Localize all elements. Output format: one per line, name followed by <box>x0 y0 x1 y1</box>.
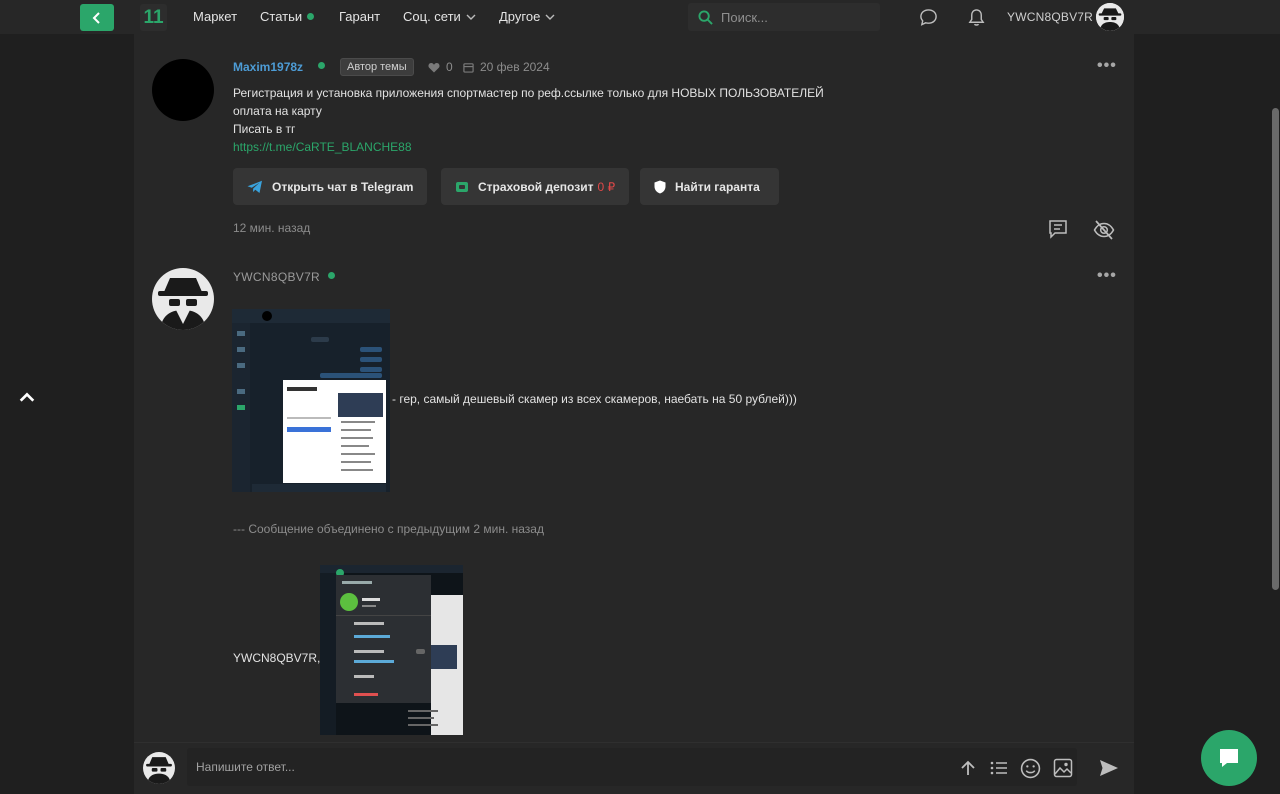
insurance-deposit-label: Страховой депозит <box>478 179 594 194</box>
post-author-avatar[interactable] <box>152 268 214 330</box>
chat-bubble-icon <box>1220 749 1238 767</box>
search-input[interactable] <box>721 9 871 25</box>
find-guarantor-button[interactable]: Найти гаранта <box>640 168 779 205</box>
post-line: Регистрация и установка приложения спорт… <box>233 86 824 100</box>
nav-articles[interactable]: Статьи <box>260 9 315 24</box>
hide-post-icon[interactable] <box>1093 219 1115 241</box>
nav-market-label: Маркет <box>193 9 238 24</box>
spy-avatar-icon <box>143 752 175 784</box>
nav-other[interactable]: Другое <box>499 9 555 24</box>
nav-market[interactable]: Маркет <box>193 9 237 24</box>
reply-avatar <box>143 752 175 784</box>
user-mention[interactable]: YWCN8QBV7R, <box>233 651 320 665</box>
post-time: 12 мин. назад <box>233 221 311 235</box>
chat-icon[interactable] <box>918 7 938 27</box>
chevron-down-icon <box>545 14 555 20</box>
reply-input-box[interactable] <box>187 748 1077 786</box>
insurance-deposit-button[interactable]: Страховой депозит 0 ₽ <box>441 168 630 205</box>
online-indicator <box>328 272 335 279</box>
nav-other-label: Другое <box>499 9 541 24</box>
spy-avatar-icon <box>152 268 214 330</box>
calendar-icon <box>463 62 474 73</box>
deposit-icon <box>456 181 468 192</box>
post-line: Писать в тг <box>233 122 296 136</box>
user-avatar[interactable] <box>1096 3 1124 31</box>
post-text: - гер, самый дешевый скамер из всех скам… <box>392 392 797 406</box>
new-indicator-dot <box>307 13 315 20</box>
upload-icon[interactable] <box>958 758 978 778</box>
heart-icon <box>428 62 440 72</box>
post-author-name[interactable]: Maxim1978z <box>233 60 303 74</box>
screenshot-image <box>232 309 390 492</box>
telegram-link[interactable]: https://t.me/CaRTE_BLANCHE88 <box>233 140 412 154</box>
open-telegram-chat-button[interactable]: Открыть чат в Telegram <box>233 168 428 205</box>
attached-image-thumbnail[interactable] <box>232 309 390 492</box>
topic-author-badge: Автор темы <box>340 58 414 76</box>
nav-guarantor[interactable]: Гарант <box>339 9 380 24</box>
top-navbar: 11 Маркет Статьи Гарант Соц. сети Другое… <box>0 0 1280 34</box>
list-format-icon[interactable] <box>989 758 1009 778</box>
chevron-left-icon <box>92 11 100 24</box>
current-username[interactable]: YWCN8QBV7R <box>1007 10 1093 24</box>
nav-social[interactable]: Соц. сети <box>403 9 476 24</box>
chat-fab-button[interactable] <box>1201 730 1257 786</box>
spy-avatar-icon <box>1096 3 1124 31</box>
post-likes[interactable]: 0 <box>428 60 453 74</box>
reply-input[interactable] <box>196 760 796 774</box>
attached-image-thumbnail[interactable] <box>320 565 463 735</box>
nav-articles-label: Статьи <box>260 9 303 24</box>
search-box[interactable] <box>688 3 880 31</box>
screenshot-image <box>320 565 463 735</box>
find-guarantor-label: Найти гаранта <box>675 179 760 194</box>
online-indicator <box>318 62 325 69</box>
post-date-text: 20 фев 2024 <box>480 60 550 74</box>
telegram-icon <box>247 180 262 193</box>
nav-guarantor-label: Гарант <box>339 9 381 24</box>
shield-icon <box>654 180 666 193</box>
reply-comment-icon[interactable] <box>1047 218 1069 240</box>
site-logo[interactable]: 11 <box>140 4 167 31</box>
search-icon <box>698 9 713 25</box>
post-options-icon[interactable]: ••• <box>1097 267 1117 285</box>
scrollbar-thumb[interactable] <box>1272 108 1279 590</box>
merged-message-note: --- Сообщение объединено с предыдущим 2 … <box>233 522 544 536</box>
nav-social-label: Соц. сети <box>403 9 461 24</box>
emoji-icon[interactable] <box>1020 758 1041 779</box>
bell-icon[interactable] <box>966 7 986 27</box>
send-icon[interactable] <box>1099 758 1119 778</box>
post-author-avatar[interactable] <box>152 59 214 121</box>
post-body: Регистрация и установка приложения спорт… <box>233 84 824 156</box>
chevron-up-icon <box>19 392 35 402</box>
image-upload-icon[interactable] <box>1053 758 1073 778</box>
post-line: оплата на карту <box>233 104 322 118</box>
post-options-icon[interactable]: ••• <box>1097 57 1117 75</box>
post-date: 20 фев 2024 <box>463 60 550 74</box>
chevron-down-icon <box>466 14 476 20</box>
scroll-to-top-button[interactable] <box>18 389 38 409</box>
back-button[interactable] <box>80 4 114 31</box>
deposit-amount: 0 ₽ <box>597 179 616 194</box>
post-author-name[interactable]: YWCN8QBV7R <box>233 270 320 284</box>
likes-count: 0 <box>446 60 453 74</box>
open-telegram-chat-label: Открыть чат в Telegram <box>272 179 414 194</box>
